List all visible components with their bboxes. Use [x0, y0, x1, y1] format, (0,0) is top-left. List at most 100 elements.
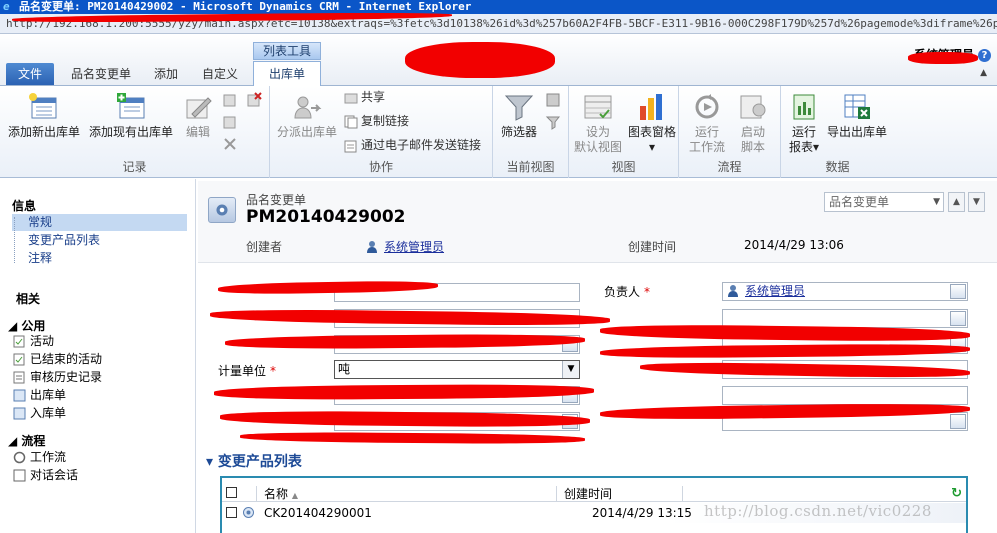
nav-item-general[interactable]: 常规: [12, 214, 187, 231]
tab-name-change[interactable]: 品名变更单: [66, 63, 136, 85]
nav-item-audit-history[interactable]: 审核历史记录: [13, 369, 103, 386]
unit-label-text: 计量单位: [218, 364, 267, 378]
nav-item-inbound[interactable]: 入库单: [13, 405, 67, 422]
collapse-triangle-icon: ◢: [8, 434, 18, 448]
collapse-triangle-icon: ◢: [8, 319, 18, 333]
chart-pane-button[interactable]: 图表窗格 ▾: [627, 92, 677, 155]
created-on-value: 2014/4/29 13:06: [744, 238, 844, 252]
created-by-link[interactable]: 系统管理员: [384, 240, 444, 254]
user-icon: [367, 241, 377, 253]
nav-related-title: 相关: [16, 292, 41, 306]
lookup-icon[interactable]: [950, 311, 966, 326]
column-header-created[interactable]: 创建时间: [564, 485, 612, 502]
export-outbound-button[interactable]: 导出出库单: [825, 92, 889, 140]
nav-item-workflows[interactable]: 工作流: [13, 449, 66, 466]
chevron-down-icon: ▾: [648, 140, 656, 154]
assign-outbound-button[interactable]: 分派出库单: [274, 92, 340, 140]
merge-icon[interactable]: [222, 114, 238, 130]
nav-item-notes[interactable]: 注释: [28, 250, 52, 267]
new-record-icon: [29, 93, 57, 119]
copy-link-button[interactable]: 复制链接: [344, 114, 409, 129]
owner-link[interactable]: 系统管理员: [745, 284, 805, 298]
share-label: 共享: [361, 90, 386, 104]
set-default-view-button[interactable]: 设为 默认视图: [573, 92, 623, 155]
group-current-view: 筛选器 当前视图: [493, 86, 569, 178]
tab-file[interactable]: 文件: [6, 63, 54, 85]
nav-item-activities[interactable]: 活动: [13, 333, 55, 350]
collapse-ribbon-icon[interactable]: ▲: [980, 68, 987, 78]
run-report-line1: 运行: [791, 125, 816, 139]
run-report-button[interactable]: 运行 报表▾: [787, 92, 821, 155]
nav-item-product-list[interactable]: 变更产品列表: [28, 232, 100, 249]
nav-item-outbound[interactable]: 出库单: [13, 387, 66, 404]
outbound-icon: [13, 389, 26, 402]
group-collaborate: 分派出库单 共享 复制链接 通过电子邮件发送链接 协作: [270, 86, 493, 178]
help-icon[interactable]: ?: [978, 49, 991, 62]
inbound-icon: [13, 407, 26, 420]
record-nav-select[interactable]: 品名变更单 ▼: [824, 192, 944, 212]
section-product-list[interactable]: ▾ 变更产品列表: [206, 451, 302, 471]
nav-tree-line: [14, 217, 15, 263]
nav-process-label: 流程: [21, 434, 46, 448]
main-form: 品名变更单 PM20140429002 创建者 系统管理员 创建时间 2014/…: [198, 181, 997, 533]
save-view-icon[interactable]: [545, 92, 561, 108]
chevron-down-icon[interactable]: ▼: [562, 361, 579, 378]
add-new-outbound-button[interactable]: 添加新出库单: [6, 92, 82, 140]
tab-add[interactable]: 添加: [146, 63, 186, 85]
redaction-mark: [908, 52, 978, 64]
record-icon: [243, 507, 254, 518]
nav-activities-label: 活动: [30, 334, 55, 348]
save-as-view-icon[interactable]: [545, 114, 561, 130]
filter-label: 筛选器: [500, 125, 537, 139]
owner-lookup[interactable]: 系统管理员: [722, 282, 968, 301]
unit-value: 吨: [338, 362, 351, 376]
nav-common-title[interactable]: ◢ 公用: [8, 317, 45, 334]
refresh-icon[interactable]: ↻: [951, 486, 962, 501]
group-records-label: 记录: [122, 160, 147, 174]
form-header: 品名变更单 PM20140429002 创建者 系统管理员 创建时间 2014/…: [198, 181, 997, 263]
group-view: 设为 默认视图 图表窗格 ▾ 视图: [569, 86, 679, 178]
created-by-value[interactable]: 系统管理员: [366, 238, 444, 255]
tab-customize[interactable]: 自定义: [196, 63, 244, 85]
owner-label-text: 负责人: [604, 285, 641, 299]
select-all-checkbox[interactable]: [226, 487, 237, 498]
watermark: http://blog.csdn.net/vic0228: [704, 502, 932, 520]
window-title: 品名变更单: PM20140429002 - Microsoft Dynamic…: [19, 0, 472, 13]
row-created: 2014/4/29 13:15: [592, 506, 692, 520]
email-link-button[interactable]: 通过电子邮件发送链接: [344, 138, 481, 153]
nav-inbound-label: 入库单: [30, 406, 67, 420]
created-on-label: 创建时间: [628, 240, 677, 254]
edit-button[interactable]: 编辑: [178, 92, 218, 140]
column-header-name[interactable]: 名称 ▲: [264, 485, 298, 502]
lookup-icon[interactable]: [950, 414, 966, 429]
context-group-list-tools: 列表工具: [253, 42, 321, 60]
run-report-line2: 报表: [788, 140, 813, 154]
nav-item-dialog-sessions[interactable]: 对话会话: [13, 467, 78, 484]
start-dialog-button[interactable]: 启动 脚本: [733, 92, 773, 155]
lookup-icon[interactable]: [950, 284, 966, 299]
required-marker: *: [270, 364, 277, 378]
nav-audit-history-label: 审核历史记录: [30, 370, 103, 384]
group-view-label: 视图: [611, 160, 636, 174]
record-nav-value: 品名变更单: [829, 195, 890, 209]
filter-button[interactable]: 筛选器: [497, 92, 541, 140]
activate-icon[interactable]: [222, 92, 238, 108]
filter-icon: [504, 95, 534, 121]
add-existing-outbound-button[interactable]: 添加现有出库单: [86, 92, 176, 140]
audit-history-icon: [13, 371, 25, 384]
unit-select[interactable]: 吨 ▼: [334, 360, 580, 379]
row-checkbox[interactable]: [226, 507, 237, 518]
deactivate-icon[interactable]: [246, 92, 262, 108]
next-record-button[interactable]: ▼: [968, 192, 985, 212]
delete-icon[interactable]: [222, 136, 238, 152]
nav-item-closed-activities[interactable]: 已结束的活动: [13, 351, 102, 368]
previous-record-button[interactable]: ▲: [948, 192, 965, 212]
group-process-label: 流程: [717, 160, 742, 174]
field-right-5[interactable]: [722, 386, 968, 405]
group-records: 添加新出库单 添加现有出库单 编辑 记录: [0, 86, 270, 178]
share-button[interactable]: 共享: [344, 90, 385, 105]
row-name[interactable]: CK201404290001: [264, 506, 372, 520]
tab-outbound[interactable]: 出库单: [253, 61, 321, 86]
run-workflow-button[interactable]: 运行 工作流: [687, 92, 727, 155]
nav-process-title[interactable]: ◢ 流程: [8, 432, 45, 449]
